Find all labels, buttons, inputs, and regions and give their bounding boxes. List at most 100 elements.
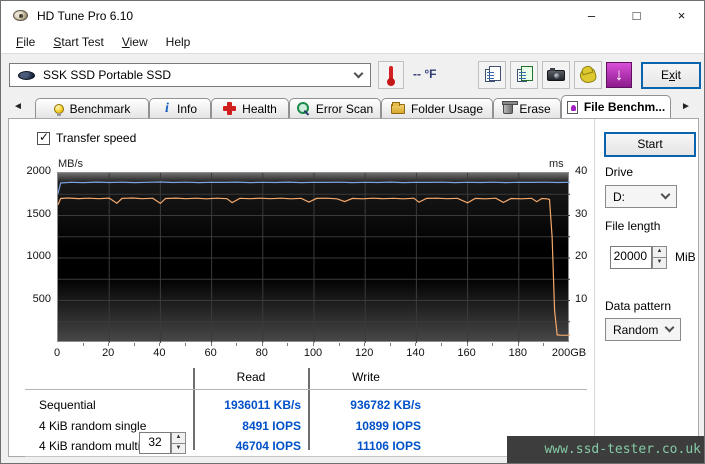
device-select[interactable]: SSK SSD Portable SSD [9,63,371,87]
magnifier-icon [297,102,310,115]
menu-bar: File Start Test View Help [1,31,704,53]
x-axis-tick [339,343,340,346]
copy-text-button[interactable] [478,61,506,89]
minimize-button[interactable]: – [569,1,614,31]
x-axis-tick [441,343,442,346]
axis-tick-label: 120 [355,347,373,359]
tab-file-benchmark[interactable]: File Benchm... [561,95,671,118]
benchmark-bulb-icon [54,104,64,114]
sequential-write-value: 936782 KB/s [308,398,421,412]
axis-tick-label: 40 [153,347,165,359]
random-multi-write-value: 11106 IOPS [308,439,421,453]
disk-icon [18,71,35,80]
x-axis-tick [415,343,416,346]
axis-tick-label: 200GB [552,347,586,359]
x-axis-tick [287,343,288,346]
axis-tick-label: 180 [509,347,527,359]
tab-info[interactable]: i Info [149,98,211,118]
device-select-value: SSK SSD Portable SSD [43,68,347,82]
chevron-down-icon [661,190,671,200]
window-controls: – □ × [569,1,704,31]
read-column-header: Read [195,370,307,384]
axis-tick-label: 80 [256,347,268,359]
close-button[interactable]: × [659,1,704,31]
axis-tick-label: 140 [406,347,424,359]
tab-erase[interactable]: Erase [493,98,561,118]
axis-tick-label: 40 [575,165,587,177]
tab-scroll-left-icon[interactable]: ◄ [9,98,27,116]
benchmark-plot-canvas [58,173,570,343]
y-left-axis-unit: MB/s [58,158,83,170]
queue-depth-input[interactable]: 32 [139,432,171,454]
table-header-line [25,389,587,390]
donate-button[interactable] [574,61,602,89]
tab-folder-usage[interactable]: Folder Usage [381,98,493,118]
panel-divider [594,119,595,458]
queue-depth-spinner: ▲ ▼ [171,432,186,454]
axis-tick-label: 1000 [15,250,51,262]
file-length-spinner: ▲ ▼ [652,246,667,269]
drive-label: Drive [605,165,633,179]
random-multi-read-value: 46704 IOPS [193,439,301,453]
spin-down-icon[interactable]: ▼ [171,444,186,455]
spin-down-icon[interactable]: ▼ [652,258,667,269]
x-axis-tick [492,343,493,346]
axis-tick-label: 20 [102,347,114,359]
menu-view[interactable]: View [113,31,157,53]
file-length-label: File length [605,219,660,233]
health-cross-icon [223,102,236,115]
data-pattern-value: Random [613,323,666,337]
file-benchmark-icon [567,101,578,114]
temperature-button[interactable] [378,61,404,89]
tab-error-scan[interactable]: Error Scan [289,98,381,118]
app-disk-icon [13,10,28,21]
x-axis-tick [159,343,160,346]
random-single-write-value: 10899 IOPS [308,419,421,433]
random-single-read-value: 8491 IOPS [193,419,301,433]
x-axis-tick [543,343,544,346]
temperature-value: -- °F [413,67,436,81]
spin-up-icon[interactable]: ▲ [171,432,186,444]
maximize-button[interactable]: □ [614,1,659,31]
exit-button[interactable]: Exit [641,62,701,89]
trash-icon [503,103,513,114]
transfer-speed-checkbox[interactable] [37,132,50,145]
x-axis-tick [211,343,212,346]
x-axis-tick [236,343,237,346]
copy-image-button[interactable] [510,61,538,89]
start-button[interactable]: Start [604,132,696,157]
download-button[interactable]: ↓ [606,62,632,88]
folder-icon [391,104,405,114]
x-axis-tick [185,343,186,346]
menu-start-test[interactable]: Start Test [44,31,112,53]
x-axis-tick [518,343,519,346]
copy-icon [485,69,495,82]
axis-tick-label: 60 [204,347,216,359]
menu-file[interactable]: File [7,31,44,53]
copy-image-icon [517,69,527,82]
axis-tick-label: 0 [54,347,60,359]
screenshot-button[interactable] [542,61,570,89]
tab-strip: Benchmark i Info Health Error Scan Folde… [35,95,671,118]
tab-scroll-right-icon[interactable]: ► [677,98,695,116]
watermark: www.ssd-tester.co.uk [507,436,704,463]
drive-select-value: D: [613,190,662,204]
x-axis-tick [83,343,84,346]
file-length-input[interactable]: 20000 [610,246,652,269]
chevron-down-icon [665,323,675,333]
axis-tick-label: 1500 [15,208,51,220]
data-pattern-label: Data pattern [605,299,671,313]
transfer-speed-option[interactable]: Transfer speed [37,131,136,145]
drive-select[interactable]: D: [605,185,677,208]
spin-up-icon[interactable]: ▲ [652,246,667,258]
x-axis-tick [364,343,365,346]
tab-bar: ◄ Benchmark i Info Health Error Scan Fol… [1,95,704,118]
x-axis-tick [108,343,109,346]
x-axis-tick [134,343,135,346]
tab-benchmark[interactable]: Benchmark [35,98,149,118]
axis-tick-label: 30 [575,208,587,220]
tab-health[interactable]: Health [211,98,289,118]
menu-help[interactable]: Help [157,31,200,53]
x-axis-tick [467,343,468,346]
data-pattern-select[interactable]: Random [605,318,681,341]
